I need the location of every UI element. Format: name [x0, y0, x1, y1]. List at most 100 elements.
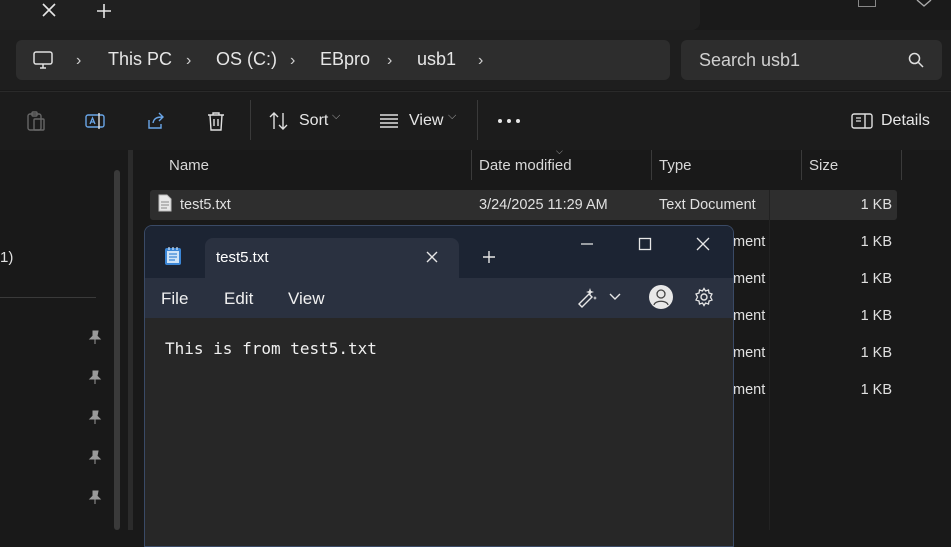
breadcrumb-chevron[interactable]: ›	[478, 52, 483, 70]
breadcrumb-chevron[interactable]: ›	[290, 52, 295, 70]
pin-icon[interactable]	[88, 330, 102, 344]
column-divider[interactable]	[651, 150, 652, 180]
minimize-icon	[581, 243, 593, 245]
text-file-icon	[157, 194, 173, 212]
search-icon[interactable]	[907, 51, 925, 69]
file-size: 1 KB	[860, 197, 892, 213]
details-pane-button[interactable]: Details	[851, 110, 931, 132]
maximize-icon	[638, 237, 652, 251]
pin-icon[interactable]	[88, 450, 102, 464]
file-size: 1 KB	[860, 234, 892, 250]
copilot-button[interactable]	[575, 286, 625, 308]
minimize-button[interactable]	[579, 236, 595, 252]
column-header-type[interactable]: Type	[659, 157, 692, 174]
share-icon	[148, 112, 164, 129]
paste-icon	[27, 111, 45, 131]
view-button[interactable]: View ⌵	[378, 110, 460, 132]
notepad-window: test5.txt File Edit View This is from te…	[144, 225, 734, 547]
account-button[interactable]	[649, 285, 673, 309]
delete-button[interactable]	[205, 110, 227, 132]
breadcrumb-usb1[interactable]: usb1	[417, 49, 456, 70]
this-pc-button[interactable]	[32, 49, 54, 71]
file-name[interactable]: test5.txt	[180, 197, 231, 213]
view-label: View	[409, 112, 444, 129]
column-divider[interactable]	[471, 150, 472, 180]
plus-icon	[483, 251, 495, 263]
details-label: Details	[881, 112, 930, 129]
notepad-app-icon	[164, 246, 182, 266]
toolbar-divider	[477, 100, 478, 140]
search-input[interactable]: Search usb1	[699, 50, 800, 71]
nav-item-partial[interactable]: 1)	[0, 249, 13, 266]
breadcrumb-this-pc[interactable]: This PC	[108, 49, 172, 70]
toolbar-divider	[250, 100, 251, 140]
breadcrumb-chevron[interactable]: ›	[387, 52, 392, 70]
breadcrumb-os-c[interactable]: OS (C:)	[216, 49, 277, 70]
pin-icon[interactable]	[88, 490, 102, 504]
close-tab-button[interactable]	[38, 0, 60, 22]
rename-button[interactable]	[84, 110, 106, 132]
file-type-partial: ment	[733, 234, 766, 250]
menu-view[interactable]: View	[288, 289, 325, 309]
file-size: 1 KB	[860, 345, 892, 361]
pin-icon[interactable]	[88, 410, 102, 424]
settings-icon	[695, 287, 713, 307]
sort-indicator-icon: ⌵	[556, 146, 563, 156]
new-tab-button[interactable]	[481, 249, 497, 265]
notepad-content[interactable]: This is from test5.txt	[165, 339, 377, 358]
file-size: 1 KB	[860, 308, 892, 324]
file-type: Text Document	[659, 197, 756, 213]
chevron-down-icon: ⌵	[332, 110, 341, 122]
delete-icon	[208, 112, 224, 131]
breadcrumb-chevron[interactable]: ›	[76, 52, 81, 70]
close-icon	[42, 3, 56, 17]
chevron-down-icon	[609, 293, 621, 300]
sort-button[interactable]: Sort ⌵	[268, 110, 348, 132]
file-type-partial: ment	[733, 308, 766, 324]
chevron-down-icon: ⌵	[448, 110, 457, 122]
close-window-button[interactable]	[695, 236, 711, 252]
copilot-icon	[578, 288, 597, 308]
menu-file[interactable]: File	[161, 289, 188, 309]
share-button[interactable]	[145, 110, 167, 132]
plus-icon	[97, 4, 111, 18]
breadcrumb-chevron[interactable]: ›	[186, 52, 191, 70]
close-tab-button[interactable]	[424, 249, 440, 265]
close-icon	[426, 251, 438, 263]
paste-button[interactable]	[25, 110, 47, 132]
command-bar	[0, 91, 951, 151]
account-icon	[649, 285, 673, 309]
column-divider[interactable]	[901, 150, 902, 180]
nav-scrollbar[interactable]	[114, 170, 120, 530]
file-size: 1 KB	[860, 271, 892, 287]
column-header-name[interactable]: Name	[169, 157, 209, 174]
file-type-partial: ment	[733, 345, 766, 361]
more-options-button[interactable]	[497, 114, 521, 128]
new-tab-button[interactable]	[93, 0, 115, 22]
column-divider[interactable]	[801, 150, 802, 180]
view-icon	[380, 114, 398, 128]
maximize-button[interactable]	[637, 236, 653, 252]
breadcrumb-ebpro[interactable]: EBpro	[320, 49, 370, 70]
notepad-icon	[165, 247, 181, 265]
close-icon	[916, 0, 932, 7]
content-divider	[769, 190, 770, 530]
sort-icon	[269, 112, 288, 130]
more-icon	[498, 119, 520, 123]
pin-icon[interactable]	[88, 370, 102, 384]
details-pane-icon	[851, 113, 873, 129]
file-date: 3/24/2025 11:29 AM	[479, 197, 608, 213]
explorer-close-button[interactable]	[915, 0, 933, 8]
menu-edit[interactable]: Edit	[224, 289, 253, 309]
file-type-partial: ment	[733, 382, 766, 398]
sort-label: Sort	[299, 112, 329, 129]
column-header-date[interactable]: Date modified	[479, 157, 572, 174]
settings-button[interactable]	[694, 287, 714, 307]
explorer-maximize-button[interactable]	[858, 0, 876, 7]
column-header-size[interactable]: Size	[809, 157, 838, 174]
monitor-icon	[33, 51, 53, 69]
notepad-tab-title: test5.txt	[216, 249, 269, 266]
navigation-pane	[0, 150, 128, 530]
file-type-partial: ment	[733, 271, 766, 287]
rename-icon	[85, 113, 105, 129]
